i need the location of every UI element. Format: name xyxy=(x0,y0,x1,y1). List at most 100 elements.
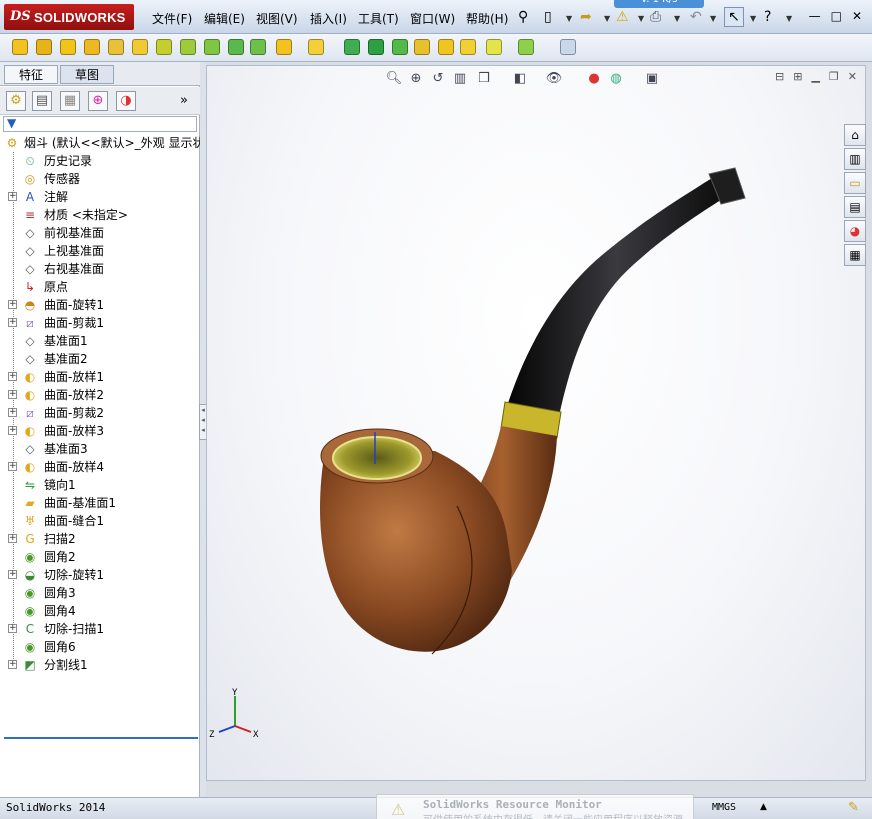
rebuild-status-icon[interactable]: ✎ xyxy=(848,800,859,815)
expand-toggle-icon[interactable]: + xyxy=(8,426,17,435)
display-manager-icon[interactable]: ◑ xyxy=(116,91,136,111)
wrap-icon[interactable] xyxy=(414,39,430,55)
expand-toggle-icon[interactable]: + xyxy=(8,408,17,417)
view-palette-icon[interactable]: ▤ xyxy=(844,196,866,218)
mirror-icon[interactable] xyxy=(460,39,476,55)
tree-item[interactable]: ◉ 圆角3 xyxy=(0,584,198,602)
menu-tools[interactable]: 工具(T) xyxy=(358,10,399,27)
reference-geometry-icon[interactable] xyxy=(486,39,502,55)
rebuild-dropdown-icon[interactable]: ▼ xyxy=(638,14,644,23)
tree-item[interactable]: ◎ 传感器 xyxy=(0,170,198,188)
units-indicator[interactable]: MMGS xyxy=(712,802,736,813)
fillet-icon[interactable] xyxy=(250,39,266,55)
design-library-icon[interactable]: ▥ xyxy=(844,148,866,170)
pattern-icon[interactable] xyxy=(276,39,292,55)
pipe-model[interactable] xyxy=(207,66,866,781)
tree-item[interactable]: + G 扫描2 xyxy=(0,530,198,548)
tree-item[interactable]: ⇋ 镜向1 xyxy=(0,476,198,494)
help-dropdown-icon[interactable]: ▼ xyxy=(786,14,792,23)
pin-icon[interactable]: ⚲ xyxy=(518,8,528,26)
tree-item[interactable]: + ◐ 曲面-放样3 xyxy=(0,422,198,440)
print-dropdown-icon[interactable]: ▼ xyxy=(674,14,680,23)
feature-manager-icon[interactable]: ⚙ xyxy=(6,91,26,111)
tree-item[interactable]: ▰ 曲面-基准面1 xyxy=(0,494,198,512)
minimize-icon[interactable]: — xyxy=(809,9,821,23)
menu-help[interactable]: 帮助(H) xyxy=(466,10,508,27)
menu-file[interactable]: 文件(F) xyxy=(152,10,192,27)
tree-item[interactable]: + ◩ 分割线1 xyxy=(0,656,198,674)
expand-toggle-icon[interactable]: + xyxy=(8,570,17,579)
configuration-manager-icon[interactable]: ▦ xyxy=(60,91,80,111)
expand-toggle-icon[interactable]: + xyxy=(8,390,17,399)
undo-dropdown-icon[interactable]: ▼ xyxy=(710,14,716,23)
file-explorer-icon[interactable]: ▭ xyxy=(844,172,866,194)
sweep-boss-icon[interactable] xyxy=(60,39,76,55)
loft-boss-icon[interactable] xyxy=(84,39,100,55)
extruded-cut-icon[interactable] xyxy=(132,39,148,55)
tree-item[interactable]: ◉ 圆角6 xyxy=(0,638,198,656)
custom-properties-icon[interactable]: ▦ xyxy=(844,244,866,266)
tree-item[interactable]: + ◐ 曲面-放样4 xyxy=(0,458,198,476)
undo-icon[interactable]: ↶ xyxy=(690,8,702,26)
tree-item[interactable]: ♅ 曲面-缝合1 xyxy=(0,512,198,530)
expand-toggle-icon[interactable]: + xyxy=(8,192,17,201)
print-icon[interactable]: ⎙ xyxy=(650,8,661,26)
tree-item[interactable]: + ◒ 切除-旋转1 xyxy=(0,566,198,584)
expand-toggle-icon[interactable]: + xyxy=(8,372,17,381)
solidworks-logo[interactable]: DS SOLIDWORKS xyxy=(4,4,134,30)
maximize-icon[interactable]: □ xyxy=(831,9,842,23)
resource-monitor-notification[interactable]: ⚠ SolidWorks Resource Monitor 可供使用的系统内存很… xyxy=(376,794,694,819)
select-dropdown-icon[interactable]: ▼ xyxy=(750,14,756,23)
rib-icon[interactable] xyxy=(344,39,360,55)
tree-item[interactable]: + ⧄ 曲面-剪裁1 xyxy=(0,314,198,332)
expand-toggle-icon[interactable]: + xyxy=(8,624,17,633)
new-document-icon[interactable]: ▯ xyxy=(544,8,552,26)
intersect-icon[interactable] xyxy=(438,39,454,55)
solidworks-resources-icon[interactable]: ⌂ xyxy=(844,124,866,146)
instant3d-icon[interactable] xyxy=(560,39,576,55)
tree-item[interactable]: + ◓ 曲面-旋转1 xyxy=(0,296,198,314)
tree-item[interactable]: ◇ 基准面3 xyxy=(0,440,198,458)
expand-toggle-icon[interactable]: + xyxy=(8,462,17,471)
property-manager-icon[interactable]: ▤ xyxy=(32,91,52,111)
revolve-boss-icon[interactable] xyxy=(36,39,52,55)
tree-item[interactable]: ◉ 圆角2 xyxy=(0,548,198,566)
menu-window[interactable]: 窗口(W) xyxy=(410,10,455,27)
open-dropdown-icon[interactable]: ▼ xyxy=(604,14,610,23)
curves-icon[interactable] xyxy=(518,39,534,55)
tree-item[interactable]: ≡ 材质 <未指定> xyxy=(0,206,198,224)
boundary-boss-icon[interactable] xyxy=(108,39,124,55)
expand-toggle-icon[interactable]: + xyxy=(8,660,17,669)
draft-icon[interactable] xyxy=(368,39,384,55)
lofted-cut-icon[interactable] xyxy=(204,39,220,55)
boundary-cut-icon[interactable] xyxy=(228,39,244,55)
tree-item[interactable]: ◉ 圆角4 xyxy=(0,602,198,620)
open-folder-icon[interactable]: ➦ xyxy=(580,8,592,26)
tree-item[interactable]: ◇ 基准面2 xyxy=(0,350,198,368)
tree-item[interactable]: ◇ 上视基准面 xyxy=(0,242,198,260)
tab-sketch[interactable]: 草图 xyxy=(60,65,114,84)
tree-item[interactable]: ⏲ 历史记录 xyxy=(0,152,198,170)
menu-edit[interactable]: 编辑(E) xyxy=(204,10,245,27)
extrude-boss-icon[interactable] xyxy=(12,39,28,55)
tree-item[interactable]: + ⧄ 曲面-剪裁2 xyxy=(0,404,198,422)
rebuild-warning-icon[interactable]: ⚠ xyxy=(616,8,629,26)
expand-toggle-icon[interactable]: + xyxy=(8,300,17,309)
tree-item[interactable]: + C 切除-扫描1 xyxy=(0,620,198,638)
revolved-cut-icon[interactable] xyxy=(156,39,172,55)
expand-toggle-icon[interactable]: + xyxy=(8,534,17,543)
close-icon[interactable]: ✕ xyxy=(852,9,862,23)
select-cursor-icon[interactable]: ↖ xyxy=(724,7,744,27)
rollback-bar[interactable] xyxy=(4,737,198,739)
help-icon[interactable]: ? xyxy=(764,8,771,26)
tree-item[interactable]: + ◐ 曲面-放样1 xyxy=(0,368,198,386)
expand-arrow-icon[interactable]: » xyxy=(180,93,188,108)
tab-features[interactable]: 特征 xyxy=(4,65,58,84)
dimxpert-manager-icon[interactable]: ⊕ xyxy=(88,91,108,111)
tree-item[interactable]: + A 注解 xyxy=(0,188,198,206)
shell-icon[interactable] xyxy=(392,39,408,55)
tree-root-part[interactable]: ⚙ 烟斗 (默认<<默认>_外观 显示状态 xyxy=(0,134,217,152)
tree-item[interactable]: ◇ 前视基准面 xyxy=(0,224,198,242)
units-dropdown-icon[interactable]: ▲ xyxy=(760,802,767,812)
pipe-stem[interactable] xyxy=(507,178,727,416)
